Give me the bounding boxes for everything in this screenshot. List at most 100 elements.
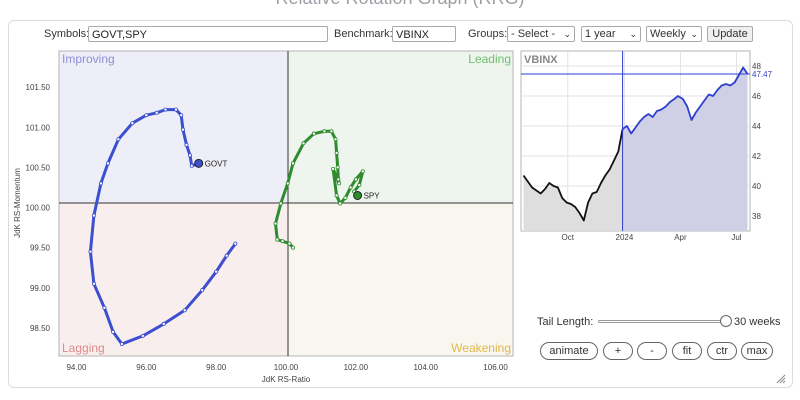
rrg-y-tick-label: 101.00	[26, 123, 51, 132]
govt-series-label: GOVT	[205, 159, 228, 168]
vbinx-x-tick-label: Oct	[562, 233, 575, 242]
vbinx-y-tick-label: 44	[752, 122, 761, 131]
tail-length-label: Tail Length:	[537, 316, 594, 328]
govt-tail-point	[91, 213, 96, 218]
vbinx-title: VBINX	[524, 54, 558, 66]
spy-tail-point	[290, 161, 295, 166]
rrg-y-tick-label: 100.00	[26, 204, 51, 213]
vbinx-y-tick-label: 42	[752, 152, 761, 161]
govt-tail-point	[163, 107, 168, 112]
govt-tail-point	[233, 241, 238, 246]
govt-tail-point	[173, 107, 178, 112]
vbinx-y-tick-label: 38	[752, 212, 761, 221]
rrg-x-tick-label: 98.00	[206, 363, 227, 372]
govt-tail-point	[105, 161, 110, 166]
vbinx-y-tick-label: 46	[752, 92, 761, 101]
quadrant-improving	[59, 51, 288, 203]
spy-tail-point	[301, 141, 306, 146]
spy-tail-point	[287, 241, 292, 246]
govt-tail-point	[102, 305, 107, 310]
spy-tail-point	[275, 237, 280, 242]
rrg-y-tick-label: 98.50	[30, 324, 51, 333]
quadrant-leading	[288, 51, 513, 203]
govt-tail-point	[189, 163, 194, 168]
spy-tail-point	[357, 183, 362, 188]
spy-tail-point	[334, 193, 339, 198]
spy-tail-point	[337, 181, 342, 186]
spy-tail-point	[278, 201, 283, 206]
spy-tail-point	[311, 131, 316, 136]
vbinx-x-tick-label: 2024	[616, 233, 634, 242]
govt-tail-point	[88, 249, 93, 254]
fit-button[interactable]: fit	[672, 342, 702, 360]
rrg-x-tick-label: 96.00	[136, 363, 157, 372]
quadrant-label-improving: Improving	[62, 52, 115, 66]
govt-tail-point	[144, 113, 149, 118]
rrg-x-tick-label: 106.00	[483, 363, 508, 372]
quadrant-label-leading: Leading	[468, 52, 511, 66]
rrg-x-tick-labels: 94.00 96.00 98.00 100.00 102.00 104.00 106.00	[66, 363, 508, 372]
vbinx-x-tick-labels: Oct 2024 Apr Jul	[562, 233, 742, 242]
center-button[interactable]: ctr	[707, 342, 737, 360]
zoom-in-button[interactable]: +	[603, 342, 633, 360]
zoom-out-button[interactable]: -	[637, 342, 667, 360]
govt-tail-point	[111, 329, 116, 334]
animate-button[interactable]: animate	[540, 342, 598, 360]
spy-tail-point	[290, 245, 295, 250]
spy-tail-point	[322, 129, 327, 134]
rrg-y-tick-label: 100.50	[26, 163, 51, 172]
spy-tail-point	[334, 150, 339, 155]
rrg-x-tick-label: 102.00	[344, 363, 369, 372]
govt-tail-point	[184, 142, 189, 147]
govt-head-point[interactable]	[194, 158, 204, 168]
spy-tail-point	[285, 181, 290, 186]
govt-tail-point	[182, 308, 187, 313]
spy-tail-point	[348, 185, 353, 190]
spy-tail-point	[336, 177, 341, 182]
tail-length-slider[interactable]	[598, 320, 726, 323]
govt-tail-point	[214, 269, 219, 274]
vbinx-y-tick-label: 40	[752, 182, 761, 191]
resize-handle-icon[interactable]	[776, 374, 786, 384]
quadrant-label-lagging: Lagging	[62, 341, 105, 355]
vbinx-x-tick-label: Apr	[674, 233, 687, 242]
tail-length-value: 30 weeks	[734, 316, 781, 328]
govt-tail-point	[180, 127, 185, 132]
rrg-y-tick-label: 99.00	[30, 284, 51, 293]
govt-tail-point	[224, 253, 229, 258]
govt-tail-point	[91, 281, 96, 286]
govt-tail-point	[187, 153, 192, 158]
rrg-y-tick-labels: 101.50 101.00 100.50 100.00 99.50 99.00 98.50	[26, 83, 51, 333]
spy-tail-point	[331, 166, 336, 171]
spy-tail-point	[343, 195, 348, 200]
rrg-x-tick-label: 104.00	[413, 363, 438, 372]
spy-tail-point	[335, 165, 340, 170]
rrg-y-tick-label: 99.50	[30, 244, 51, 253]
spy-tail-point	[280, 239, 285, 244]
govt-tail-point	[179, 113, 184, 118]
govt-tail-point	[200, 288, 205, 293]
spy-tail-point	[338, 201, 343, 206]
govt-tail-point	[154, 110, 159, 115]
govt-tail-point	[140, 333, 145, 338]
rrg-x-tick-label: 100.00	[274, 363, 299, 372]
spy-tail-point	[329, 129, 334, 134]
quadrant-label-weakening: Weakening	[451, 341, 511, 355]
rrg-x-tick-label: 94.00	[66, 363, 87, 372]
spy-series-label: SPY	[364, 191, 381, 200]
quadrant-weakening	[288, 203, 513, 356]
spy-tail-point	[360, 169, 365, 174]
vbinx-last-value-label: 47.47	[752, 70, 773, 79]
spy-tail-point	[353, 177, 358, 182]
rrg-x-axis-title: JdK RS-Ratio	[262, 375, 311, 384]
govt-tail-point	[161, 321, 166, 326]
rrg-y-tick-label: 101.50	[26, 83, 51, 92]
max-button[interactable]: max	[741, 342, 773, 360]
vbinx-y-tick-labels: 38404244464847.47	[752, 62, 773, 221]
govt-tail-point	[130, 121, 135, 126]
govt-tail-point	[98, 181, 103, 186]
spy-head-point[interactable]	[353, 190, 363, 200]
spy-tail-point	[333, 137, 338, 142]
govt-tail-point	[119, 341, 124, 346]
tail-length-slider-handle[interactable]	[720, 315, 732, 327]
